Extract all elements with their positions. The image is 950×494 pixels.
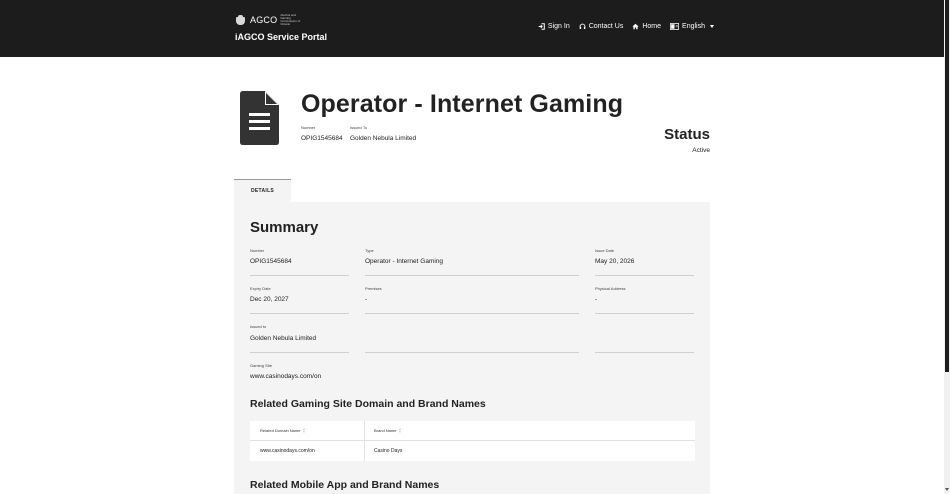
table-header: [250, 421, 695, 441]
physical-address-field-underline: [595, 313, 694, 314]
empty-field-underline: [365, 352, 579, 353]
type-field-value: Operator - Internet Gaming: [365, 258, 444, 265]
physical-address-field-value: -: [595, 296, 598, 303]
table-cell-domain: www.casinodays.com/on: [260, 448, 315, 454]
sort-icon[interactable]: [399, 428, 402, 433]
issued-to-label: Issued To: [350, 125, 368, 130]
home-icon: [632, 23, 639, 30]
table-cell-brand: Casino Days: [374, 448, 403, 454]
licence-number-label: Number: [301, 125, 316, 130]
contact-us-label: Contact Us: [588, 23, 624, 30]
column-header-label: Brand Name: [374, 428, 397, 433]
status-value: Active: [692, 147, 710, 154]
document-icon: [240, 91, 279, 145]
empty-field-underline: [595, 352, 694, 353]
premises-field-value: -: [365, 296, 368, 303]
sort-icon[interactable]: [303, 428, 306, 433]
chevron-down-icon: [710, 25, 714, 28]
agco-logo-text: AGCO: [250, 15, 278, 25]
language-icon: [670, 23, 680, 30]
issue-date-field-value: May 20, 2026: [595, 258, 635, 265]
number-field-underline: [250, 275, 349, 276]
ontario-crest-icon: [235, 14, 246, 26]
summary-heading: Summary: [250, 219, 319, 236]
agco-logo[interactable]: AGCO Alcohol and Gaming Commission of On…: [235, 14, 327, 26]
issue-date-field-label: Issue Date: [595, 248, 615, 253]
tab-details[interactable]: DETAILS: [234, 179, 291, 203]
column-divider: [364, 421, 365, 461]
contact-us-link[interactable]: Contact Us: [579, 23, 624, 30]
related-apps-heading: Related Mobile App and Brand Names: [250, 479, 440, 491]
sign-in-label: Sign In: [547, 23, 570, 30]
type-field-label: Type: [365, 248, 374, 253]
gaming-site-field-label: Gaming Site: [250, 363, 273, 368]
issued-to-field-value: Golden Nebula Limited: [250, 335, 317, 342]
headset-icon: [579, 23, 586, 29]
language-label: English: [682, 23, 705, 30]
number-field-value: OPIG1545684: [250, 258, 292, 265]
gaming-site-field-value: www.casinodays.com/on: [250, 373, 322, 380]
status-heading: Status: [664, 126, 710, 143]
sign-in-link[interactable]: Sign In: [538, 23, 570, 30]
issued-to-field-label: Issued to: [250, 324, 267, 329]
home-link[interactable]: Home: [632, 23, 661, 30]
main-nav: Sign In Contact Us Home English: [529, 23, 714, 30]
page-title: Operator - Internet Gaming: [301, 90, 624, 118]
related-domains-table: Related Domain Name Brand Name www.casin…: [250, 421, 695, 461]
agco-logo-subtitle: Alcohol and Gaming Commission of Ontario: [280, 13, 301, 26]
type-field-underline: [365, 275, 579, 276]
scrollbar-thumb[interactable]: [945, 0, 949, 372]
issue-date-field-underline: [595, 275, 694, 276]
sign-in-icon: [538, 23, 545, 30]
expiry-date-field-label: Expiry Date: [250, 286, 271, 291]
issued-to-field-underline: [250, 352, 349, 353]
physical-address-field-label: Physical Address: [595, 286, 626, 291]
related-domains-heading: Related Gaming Site Domain and Brand Nam…: [250, 398, 486, 410]
expiry-date-field-underline: [250, 313, 349, 314]
column-header-brand-name[interactable]: Brand Name: [374, 428, 402, 433]
number-field-label: Number: [250, 248, 265, 253]
premises-field-underline: [365, 313, 579, 314]
portal-title[interactable]: iAGCO Service Portal: [235, 32, 327, 42]
expiry-date-field-value: Dec 20, 2027: [250, 296, 289, 303]
home-label: Home: [642, 23, 662, 30]
scroll-down-arrow-icon[interactable]: [945, 488, 949, 491]
language-dropdown[interactable]: English: [670, 23, 714, 30]
column-header-related-domain-name[interactable]: Related Domain Name: [260, 428, 306, 433]
top-navigation-bar: [0, 0, 944, 57]
premises-field-label: Premises: [365, 286, 382, 291]
issued-to-value: Golden Nebula Limited: [350, 135, 417, 142]
licence-number-value: OPIG1545684: [301, 135, 343, 142]
column-header-label: Related Domain Name: [260, 428, 301, 433]
brand[interactable]: AGCO Alcohol and Gaming Commission of On…: [235, 14, 327, 43]
